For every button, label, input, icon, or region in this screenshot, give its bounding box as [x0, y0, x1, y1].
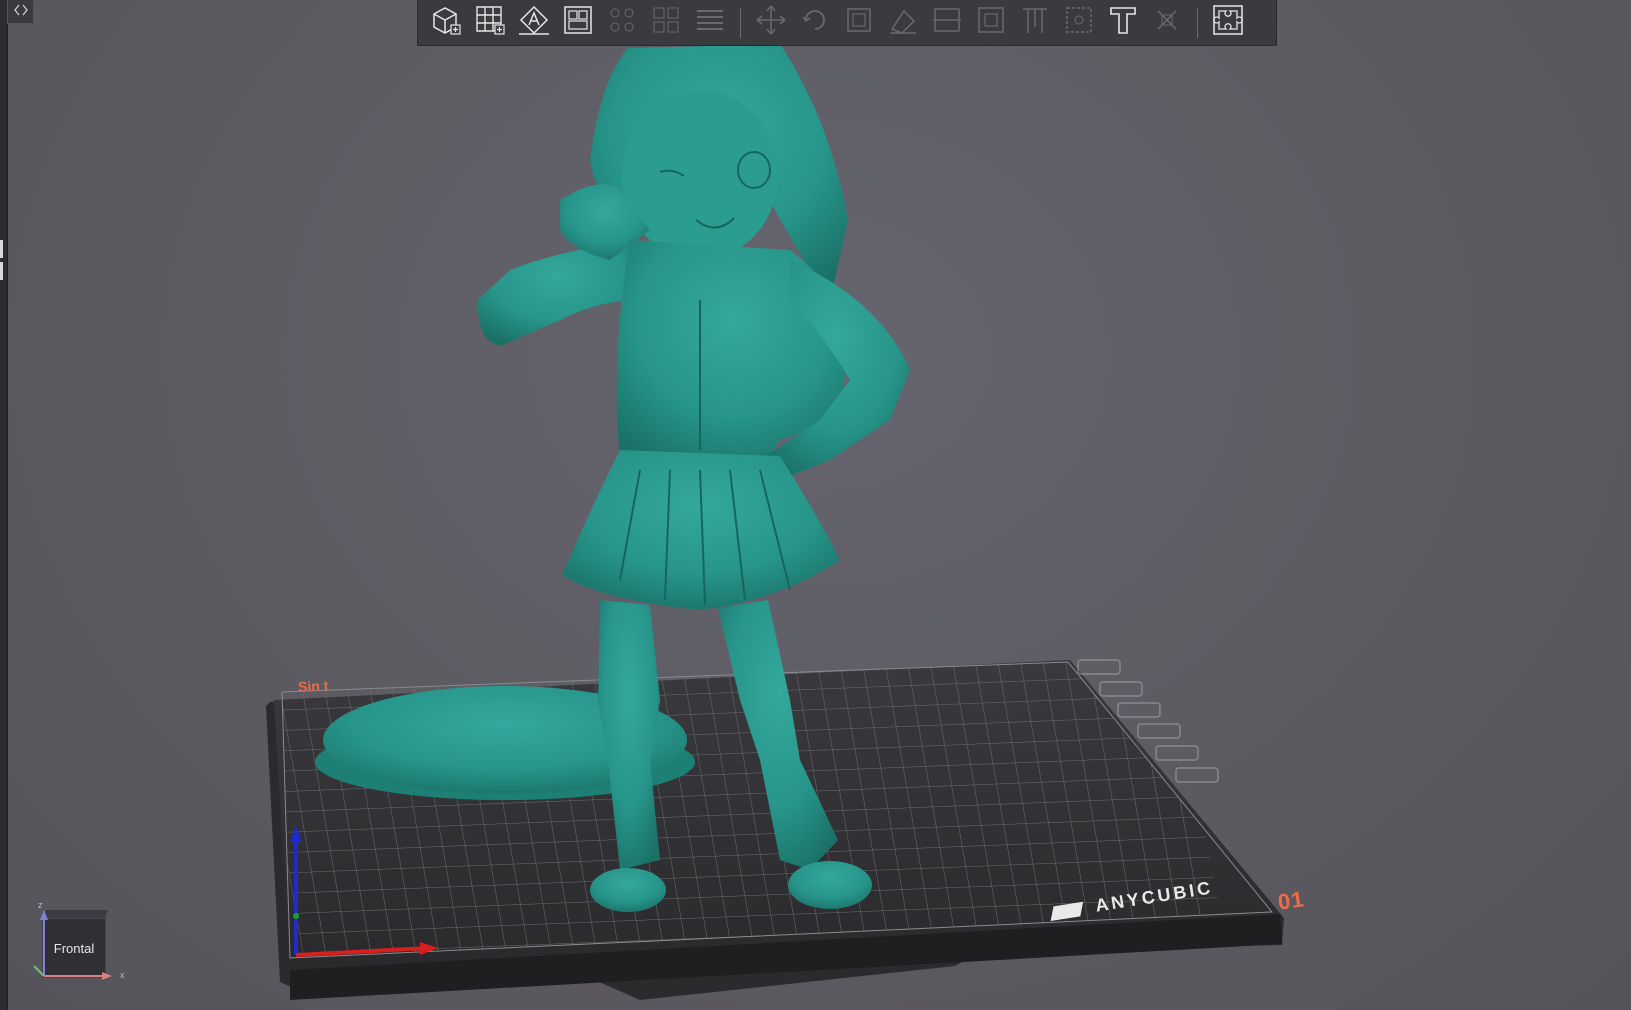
- rotate-icon: [798, 3, 832, 42]
- hollow-icon: [974, 3, 1008, 42]
- hollow-button[interactable]: [972, 4, 1010, 42]
- plate-layout-icon[interactable]: [1117, 702, 1161, 718]
- layout-panel-button[interactable]: [559, 4, 597, 42]
- plate-text-icon[interactable]: [1175, 767, 1219, 783]
- plate-name-label[interactable]: Sin t: [298, 677, 329, 695]
- move-icon: [754, 3, 788, 42]
- view-cube-axes: [33, 910, 112, 980]
- view-cube-x-label: x: [120, 970, 125, 980]
- drill-button[interactable]: [1060, 4, 1098, 42]
- duplicate-grid-button[interactable]: [647, 4, 685, 42]
- puzzle-icon: [1211, 3, 1245, 42]
- list-align-icon: [693, 3, 727, 42]
- text-button[interactable]: [1104, 4, 1142, 42]
- add-cube-icon: [429, 3, 463, 42]
- plate-number[interactable]: 01: [1276, 886, 1306, 915]
- support-icon: [1018, 3, 1052, 42]
- scene-canvas[interactable]: [0, 0, 1631, 1010]
- view-cube[interactable]: Frontal x z: [33, 900, 125, 982]
- scale-button[interactable]: [840, 4, 878, 42]
- grid-add-button[interactable]: [471, 4, 509, 42]
- puzzle-button[interactable]: [1209, 4, 1247, 42]
- duplicate-grid-icon: [649, 3, 683, 42]
- move-button[interactable]: [752, 4, 790, 42]
- support-button[interactable]: [1016, 4, 1054, 42]
- arrange-grid-button[interactable]: [603, 4, 641, 42]
- grid-add-icon: [473, 3, 507, 42]
- rotate-button[interactable]: [796, 4, 834, 42]
- text-icon: [1106, 3, 1140, 42]
- view-cube-z-label: z: [38, 900, 43, 910]
- arrange-grid-icon: [605, 3, 639, 42]
- repair-icon: [1150, 3, 1184, 42]
- mirror-icon: [886, 3, 920, 42]
- drill-icon: [1062, 3, 1096, 42]
- mirror-button[interactable]: [884, 4, 922, 42]
- toolbar-separator: [1197, 7, 1198, 38]
- auto-layout-button[interactable]: [515, 4, 553, 42]
- layout-panel-icon: [561, 3, 595, 42]
- cut-button[interactable]: [928, 4, 966, 42]
- cut-icon: [930, 3, 964, 42]
- plate-close-icon[interactable]: [1077, 659, 1121, 675]
- list-align-button[interactable]: [691, 4, 729, 42]
- plate-settings-icon[interactable]: [1099, 681, 1143, 697]
- top-toolbar: [417, 0, 1277, 46]
- add-model-button[interactable]: [427, 4, 465, 42]
- scale-icon: [842, 3, 876, 42]
- brand-logo-icon: [1050, 901, 1084, 921]
- auto-layout-icon: [517, 3, 551, 42]
- plate-arrange-icon[interactable]: [1155, 745, 1199, 761]
- toolbar-separator: [740, 7, 741, 38]
- plate-lock-icon[interactable]: [1137, 723, 1181, 739]
- repair-button[interactable]: [1148, 4, 1186, 42]
